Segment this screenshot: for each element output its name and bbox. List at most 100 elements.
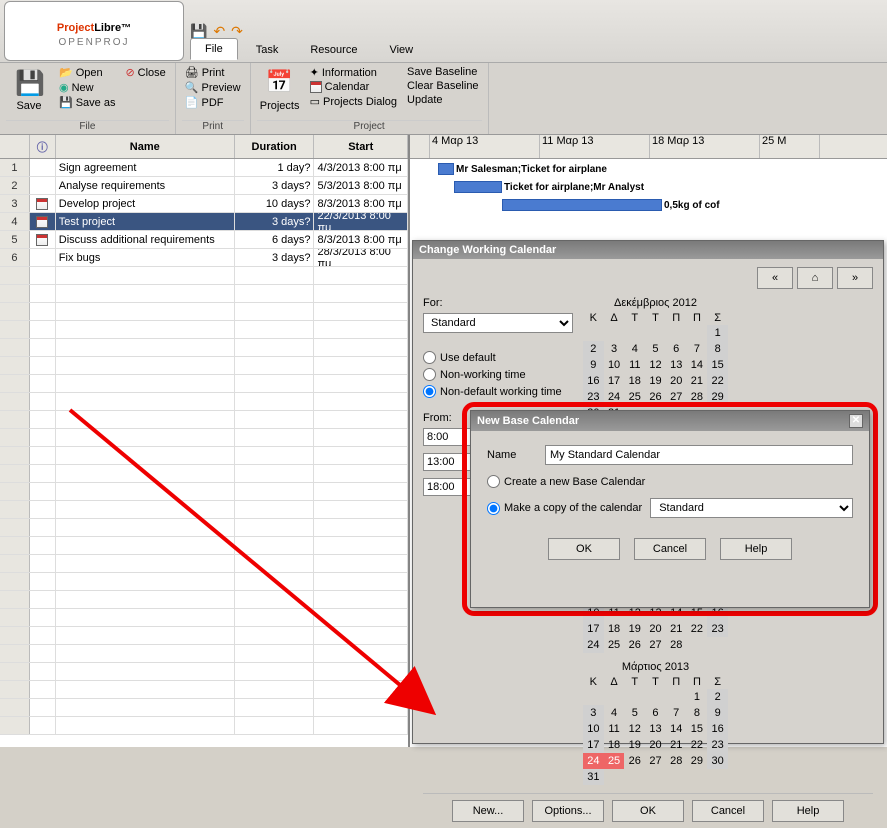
start-cell[interactable]: 5/3/2013 8:00 πμ bbox=[314, 177, 408, 194]
calendar-day[interactable]: 4 bbox=[624, 341, 645, 357]
tab-resource[interactable]: Resource bbox=[296, 40, 371, 60]
calendar-day[interactable]: 3 bbox=[604, 341, 625, 357]
nbc-close-icon[interactable]: ✕ bbox=[849, 414, 863, 428]
calendar-day[interactable]: 22 bbox=[707, 373, 728, 389]
calendar-day[interactable]: 16 bbox=[583, 373, 604, 389]
calendar-day[interactable]: 9 bbox=[707, 705, 728, 721]
duration-cell[interactable]: 10 days? bbox=[235, 195, 315, 212]
pdf-button[interactable]: 📄PDF bbox=[182, 95, 244, 110]
table-row-empty[interactable] bbox=[0, 447, 408, 465]
task-name-cell[interactable]: Analyse requirements bbox=[56, 177, 235, 194]
calendar-day[interactable]: 2 bbox=[583, 341, 604, 357]
calendar-day[interactable]: 28 bbox=[666, 637, 687, 653]
calendar-day[interactable]: 20 bbox=[645, 737, 666, 753]
preview-button[interactable]: 🔍Preview bbox=[182, 80, 244, 95]
table-row-empty[interactable] bbox=[0, 375, 408, 393]
calendar-day[interactable]: 21 bbox=[666, 737, 687, 753]
calendar-day[interactable]: 12 bbox=[624, 721, 645, 737]
calendar-day[interactable]: 28 bbox=[666, 753, 687, 769]
table-row[interactable]: 2Analyse requirements3 days?5/3/2013 8:0… bbox=[0, 177, 408, 195]
undo-icon[interactable]: ↶ bbox=[213, 23, 225, 40]
calendar-day[interactable]: 26 bbox=[624, 753, 645, 769]
col-duration[interactable]: Duration bbox=[235, 135, 315, 158]
table-row[interactable]: 3Develop project10 days?8/3/2013 8:00 πμ bbox=[0, 195, 408, 213]
calendar-day[interactable]: 26 bbox=[645, 389, 666, 405]
calendar-day[interactable]: 29 bbox=[707, 389, 728, 405]
calendar-day[interactable]: 27 bbox=[666, 389, 687, 405]
new-button-dialog[interactable]: New... bbox=[452, 800, 524, 822]
table-row-empty[interactable] bbox=[0, 627, 408, 645]
tab-view[interactable]: View bbox=[375, 40, 427, 60]
calendar-day[interactable]: 12 bbox=[645, 357, 666, 373]
help-button[interactable]: Help bbox=[772, 800, 844, 822]
calendar-day[interactable]: 10 bbox=[583, 721, 604, 737]
start-cell[interactable]: 8/3/2013 8:00 πμ bbox=[314, 231, 408, 248]
table-row-empty[interactable] bbox=[0, 267, 408, 285]
table-row-empty[interactable] bbox=[0, 303, 408, 321]
calendar-day[interactable]: 19 bbox=[624, 737, 645, 753]
calendar-day[interactable]: 24 bbox=[583, 637, 604, 653]
calendar-day[interactable]: 5 bbox=[624, 705, 645, 721]
dialog-titlebar[interactable]: Change Working Calendar bbox=[413, 241, 883, 259]
duration-cell[interactable]: 3 days? bbox=[235, 213, 315, 230]
radio-use-default[interactable]: Use default bbox=[423, 351, 573, 364]
tab-file[interactable]: File bbox=[190, 38, 238, 60]
table-row-empty[interactable] bbox=[0, 411, 408, 429]
col-start[interactable]: Start bbox=[314, 135, 408, 158]
radio-non-default[interactable]: Non-default working time bbox=[423, 385, 573, 398]
save-icon[interactable]: 💾 bbox=[190, 23, 207, 40]
table-row-empty[interactable] bbox=[0, 465, 408, 483]
calendar-day[interactable]: 27 bbox=[645, 753, 666, 769]
calendar-day[interactable]: 15 bbox=[707, 357, 728, 373]
calendar-day[interactable]: 11 bbox=[604, 721, 625, 737]
calendar-day[interactable]: 21 bbox=[687, 373, 708, 389]
table-row-empty[interactable] bbox=[0, 663, 408, 681]
calendar-day[interactable]: 17 bbox=[604, 373, 625, 389]
ok-button[interactable]: OK bbox=[612, 800, 684, 822]
nbc-radio-create[interactable]: Create a new Base Calendar bbox=[487, 475, 853, 488]
calendar-day[interactable]: 13 bbox=[666, 357, 687, 373]
calendar-day[interactable]: 14 bbox=[666, 721, 687, 737]
table-row[interactable]: 5Discuss additional requirements6 days?8… bbox=[0, 231, 408, 249]
cancel-button[interactable]: Cancel bbox=[692, 800, 764, 822]
calendar-day[interactable]: 7 bbox=[666, 705, 687, 721]
calendar-day[interactable]: 28 bbox=[687, 389, 708, 405]
start-cell[interactable]: 22/3/2013 8:00 πμ bbox=[314, 213, 408, 230]
calendar-day[interactable]: 11 bbox=[624, 357, 645, 373]
calendar-day[interactable]: 20 bbox=[666, 373, 687, 389]
duration-cell[interactable]: 6 days? bbox=[235, 231, 315, 248]
save-baseline-button[interactable]: Save Baseline bbox=[404, 65, 482, 79]
col-name[interactable]: Name bbox=[56, 135, 235, 158]
table-row-empty[interactable] bbox=[0, 681, 408, 699]
calendar-day[interactable]: 22 bbox=[687, 621, 708, 637]
calendar-day[interactable]: 15 bbox=[687, 721, 708, 737]
duration-cell[interactable]: 3 days? bbox=[235, 177, 315, 194]
calendar-day[interactable]: 26 bbox=[624, 637, 645, 653]
table-row-empty[interactable] bbox=[0, 645, 408, 663]
calendar-day[interactable]: 18 bbox=[624, 373, 645, 389]
calendar-day[interactable]: 16 bbox=[707, 721, 728, 737]
table-row-empty[interactable] bbox=[0, 501, 408, 519]
table-row-empty[interactable] bbox=[0, 357, 408, 375]
duration-cell[interactable]: 3 days? bbox=[235, 249, 315, 266]
new-button[interactable]: ◉New bbox=[56, 80, 118, 95]
information-button[interactable]: ✦Information bbox=[307, 65, 400, 80]
calendar-day[interactable]: 7 bbox=[687, 341, 708, 357]
calendar-day[interactable]: 21 bbox=[666, 621, 687, 637]
calendar-day[interactable]: 13 bbox=[645, 721, 666, 737]
table-row-empty[interactable] bbox=[0, 717, 408, 735]
options-button[interactable]: Options... bbox=[532, 800, 604, 822]
table-row[interactable]: 6Fix bugs3 days?28/3/2013 8:00 πμ bbox=[0, 249, 408, 267]
table-row-empty[interactable] bbox=[0, 393, 408, 411]
nav-home-button[interactable]: ⌂ bbox=[797, 267, 833, 289]
calendar-day[interactable]: 5 bbox=[645, 341, 666, 357]
calendar-day[interactable]: 2 bbox=[707, 689, 728, 705]
calendar-day[interactable]: 29 bbox=[687, 753, 708, 769]
calendar-day[interactable]: 18 bbox=[604, 621, 625, 637]
calendar-day[interactable]: 4 bbox=[604, 705, 625, 721]
table-row-empty[interactable] bbox=[0, 429, 408, 447]
nbc-titlebar[interactable]: New Base Calendar ✕ bbox=[471, 411, 869, 431]
table-row[interactable]: 4Test project3 days?22/3/2013 8:00 πμ bbox=[0, 213, 408, 231]
nbc-name-input[interactable] bbox=[545, 445, 853, 465]
nav-next-button[interactable]: » bbox=[837, 267, 873, 289]
